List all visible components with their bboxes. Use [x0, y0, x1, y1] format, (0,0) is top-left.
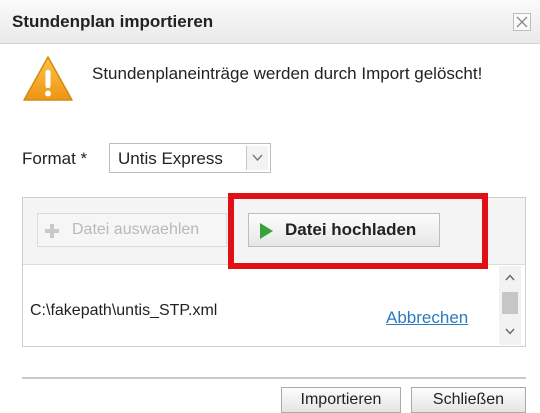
- choose-file-button[interactable]: Datei auswaehlen: [37, 213, 227, 247]
- dialog-titlebar: Stundenplan importieren: [0, 0, 540, 44]
- scroll-down-icon[interactable]: [505, 328, 515, 335]
- dialog-title: Stundenplan importieren: [12, 12, 214, 31]
- close-button[interactable]: [513, 13, 531, 31]
- scroll-up-icon[interactable]: [505, 274, 515, 281]
- cancel-upload-link[interactable]: Abbrechen: [386, 308, 468, 328]
- warning-triangle-icon: [23, 56, 73, 101]
- footer-divider: [22, 377, 526, 379]
- import-button[interactable]: Importieren: [281, 387, 401, 413]
- file-path: C:\fakepath\untis_STP.xml: [30, 302, 218, 319]
- plus-icon: [45, 224, 59, 238]
- close-icon: [516, 16, 528, 28]
- format-selected-value: Untis Express: [118, 149, 223, 168]
- format-label: Format *: [22, 149, 88, 168]
- file-list-scrollbar[interactable]: [499, 266, 521, 345]
- format-select[interactable]: Untis Express: [109, 143, 271, 173]
- choose-file-label: Datei auswaehlen: [72, 221, 200, 238]
- format-dropdown-button[interactable]: [246, 146, 268, 170]
- chevron-down-icon: [252, 154, 263, 161]
- scrollbar-thumb[interactable]: [502, 292, 518, 314]
- close-dialog-button[interactable]: Schließen: [411, 387, 526, 413]
- warning-message: Stundenplaneinträge werden durch Import …: [92, 64, 483, 83]
- highlight-box: [228, 193, 488, 269]
